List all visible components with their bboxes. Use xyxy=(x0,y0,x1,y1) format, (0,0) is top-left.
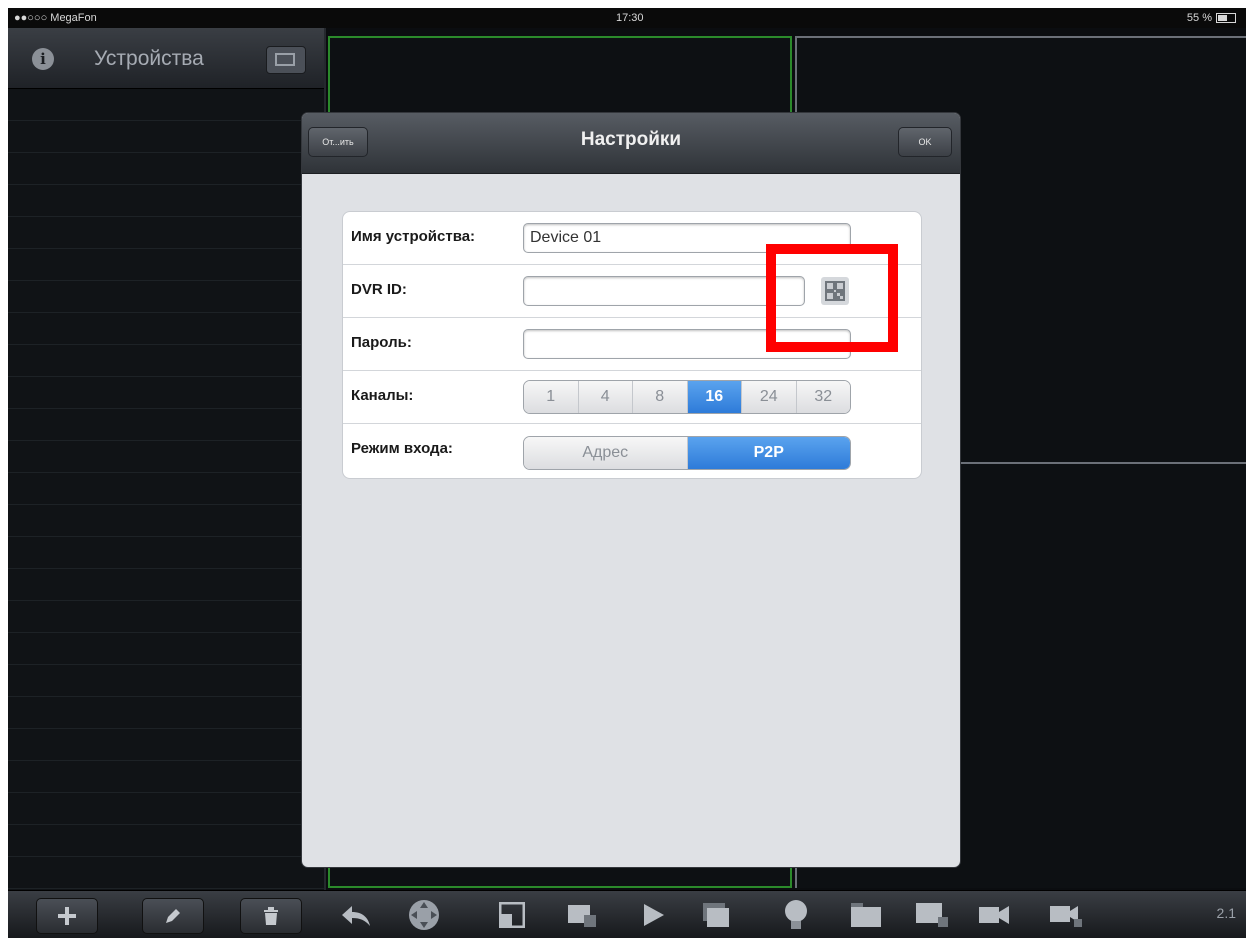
light-icon xyxy=(785,900,807,929)
screenshot-icon xyxy=(916,903,948,927)
battery-icon xyxy=(1216,13,1236,23)
login-mode-segment[interactable]: P2P xyxy=(687,437,850,469)
device-list-row[interactable] xyxy=(8,665,324,697)
devices-sidebar: i Устройства xyxy=(8,28,326,921)
device-list-row[interactable] xyxy=(8,281,324,313)
carrier-label: ●●○○○ MegaFon xyxy=(14,12,97,24)
record-icon xyxy=(568,905,596,927)
play-button[interactable] xyxy=(636,899,672,931)
login-mode-segmented-control[interactable]: Адрес P2P xyxy=(523,436,851,470)
qr-highlight-annotation xyxy=(766,244,898,352)
sidebar-title: Устройства xyxy=(94,47,204,70)
clock: 17:30 xyxy=(616,12,644,24)
device-list-row[interactable] xyxy=(8,185,324,217)
device-list[interactable] xyxy=(8,89,324,921)
device-list-row[interactable] xyxy=(8,697,324,729)
light-button[interactable] xyxy=(778,899,814,931)
device-list-row[interactable] xyxy=(8,729,324,761)
play-icon xyxy=(644,904,664,926)
login-mode-row: Режим входа: Адрес P2P xyxy=(343,424,921,476)
layout-toggle-button[interactable] xyxy=(266,46,306,74)
channel-segment[interactable]: 8 xyxy=(633,381,688,413)
folder-button[interactable] xyxy=(848,899,884,931)
gallery-button[interactable] xyxy=(698,899,734,931)
gallery-icon xyxy=(703,903,729,927)
info-icon[interactable]: i xyxy=(32,48,54,70)
device-list-row[interactable] xyxy=(8,793,324,825)
video-button[interactable] xyxy=(976,899,1012,931)
device-list-row[interactable] xyxy=(8,601,324,633)
delete-device-button[interactable] xyxy=(240,898,302,934)
bottom-toolbar: 2.1 xyxy=(8,890,1246,938)
battery-indicator: 55 % xyxy=(1187,12,1236,24)
device-list-row[interactable] xyxy=(8,825,324,857)
device-list-row[interactable] xyxy=(8,313,324,345)
trash-icon xyxy=(264,907,278,925)
add-device-button[interactable] xyxy=(36,898,98,934)
dialog-nav-bar: От...ить Настройки OK xyxy=(302,113,960,174)
device-list-row[interactable] xyxy=(8,409,324,441)
screenshot-button[interactable] xyxy=(914,899,950,931)
edit-device-button[interactable] xyxy=(142,898,204,934)
device-list-row[interactable] xyxy=(8,473,324,505)
channel-segment[interactable]: 24 xyxy=(742,381,797,413)
record-button[interactable] xyxy=(564,899,600,931)
login-mode-label: Режим входа: xyxy=(351,440,453,457)
edit-icon xyxy=(166,909,180,923)
device-list-row[interactable] xyxy=(8,633,324,665)
device-name-label: Имя устройства: xyxy=(351,228,476,245)
layout-button[interactable] xyxy=(494,899,530,931)
ipad-screen: ●●○○○ MegaFon 17:30 55 % i Устройства От… xyxy=(8,8,1246,938)
back-icon xyxy=(342,906,370,926)
channel-segment[interactable]: 4 xyxy=(578,381,633,413)
status-bar: ●●○○○ MegaFon 17:30 55 % xyxy=(8,8,1246,28)
battery-percent: 55 % xyxy=(1186,12,1212,24)
device-list-row[interactable] xyxy=(8,345,324,377)
video-audio-icon xyxy=(1050,906,1082,927)
channels-row: Каналы: 1 4 8 16 24 32 xyxy=(343,371,921,424)
ptz-button[interactable] xyxy=(406,899,442,931)
device-list-row[interactable] xyxy=(8,377,324,409)
folder-icon xyxy=(851,903,881,927)
channel-segment[interactable]: 32 xyxy=(796,381,850,413)
password-label: Пароль: xyxy=(351,334,412,351)
dialog-title: Настройки xyxy=(580,129,682,150)
layout-icon xyxy=(499,902,525,928)
channels-segmented-control[interactable]: 1 4 8 16 24 32 xyxy=(523,380,851,414)
device-list-row[interactable] xyxy=(8,537,324,569)
device-list-row[interactable] xyxy=(8,89,324,121)
page-indicator: 2.1 xyxy=(1216,905,1236,921)
device-list-row[interactable] xyxy=(8,505,324,537)
video-icon xyxy=(979,906,1009,924)
device-list-row[interactable] xyxy=(8,217,324,249)
sidebar-header: i Устройства xyxy=(8,28,324,89)
channel-segment[interactable]: 1 xyxy=(524,381,579,413)
channels-label: Каналы: xyxy=(351,387,414,404)
ok-button[interactable]: OK xyxy=(898,127,952,157)
back-button[interactable] xyxy=(338,899,374,931)
device-list-row[interactable] xyxy=(8,857,324,889)
device-list-row[interactable] xyxy=(8,153,324,185)
channel-segment[interactable]: 16 xyxy=(687,381,742,413)
plus-icon xyxy=(58,907,76,925)
device-list-row[interactable] xyxy=(8,249,324,281)
device-list-row[interactable] xyxy=(8,441,324,473)
ptz-icon xyxy=(409,900,439,930)
dvr-id-input[interactable] xyxy=(523,276,805,306)
settings-dialog: От...ить Настройки OK Имя устройства: DV… xyxy=(302,113,960,867)
device-list-row[interactable] xyxy=(8,761,324,793)
dvr-id-label: DVR ID: xyxy=(351,281,407,298)
device-list-row[interactable] xyxy=(8,121,324,153)
grid-icon xyxy=(275,53,295,66)
login-mode-segment[interactable]: Адрес xyxy=(524,437,688,469)
video-audio-button[interactable] xyxy=(1048,899,1084,931)
device-list-row[interactable] xyxy=(8,569,324,601)
